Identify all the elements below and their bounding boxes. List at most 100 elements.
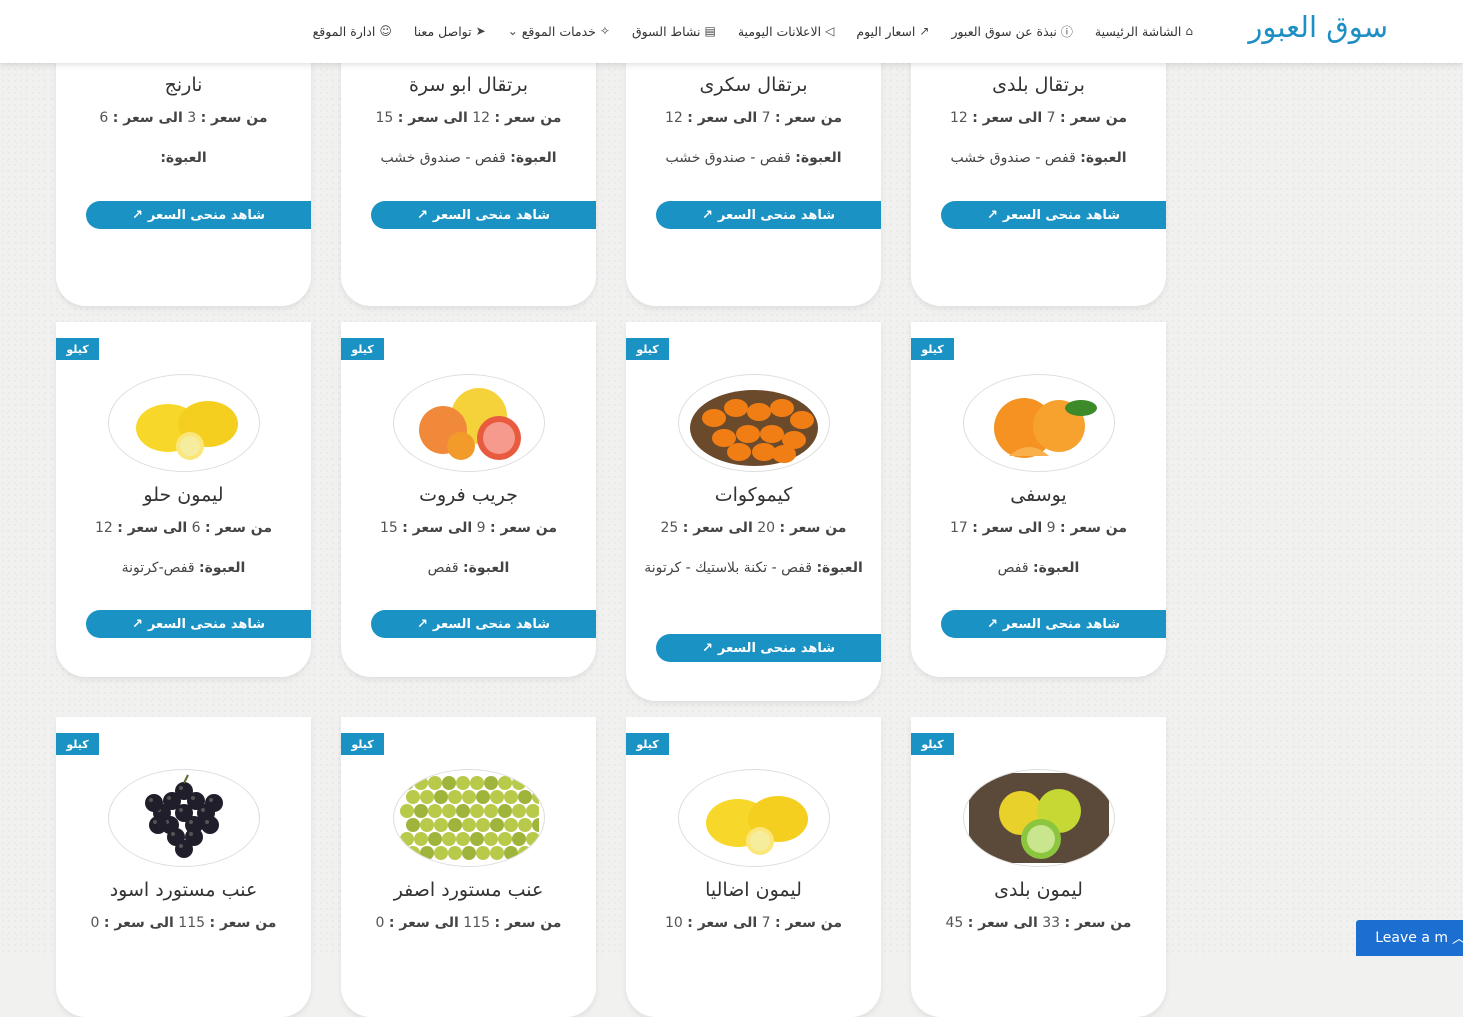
max-price: 15 (379, 520, 398, 536)
product-name: ليمون بلدى (994, 879, 1083, 901)
view-price-chart-button[interactable]: شاهد منحى السعر ↗ (941, 201, 1166, 229)
min-price: 12 (472, 110, 491, 126)
product-image (677, 769, 830, 867)
view-price-chart-button[interactable]: شاهد منحى السعر ↗ (656, 201, 881, 229)
product-name: عنب مستورد اصفر (393, 879, 544, 901)
view-price-chart-button[interactable]: شاهد منحى السعر ↗ (86, 610, 311, 638)
nav-item-admin[interactable]: ☺ ادارة الموقع (313, 24, 392, 39)
from-price-label: من سعر : (490, 520, 558, 536)
product-image (107, 374, 260, 472)
nav-item-contact[interactable]: ➤ تواصل معنا (414, 24, 486, 39)
product-card: كيلو يوسفى من سعر : 9 الى سعر : 17 العبوة: … (911, 322, 1166, 677)
view-price-chart-button[interactable]: شاهد منحى السعر ↗ (371, 201, 596, 229)
to-price-label: الى سعر : (388, 915, 459, 931)
nav-item-home[interactable]: ⌂ الشاشة الرئيسية (1095, 24, 1193, 39)
price-range: من سعر : 7 الى سعر : 10 (626, 915, 881, 931)
nav-item-ads[interactable]: ◁ الاعلانات اليومية (738, 24, 834, 39)
lemon-image (683, 773, 824, 863)
packaging: العبوة: قفص - تكنة بلاستيك - كرتونة (638, 556, 869, 580)
unit-badge: كيلو (341, 338, 384, 360)
chart-button-label: شاهد منحى السعر (717, 640, 836, 656)
product-image (392, 769, 545, 867)
nav-item-activity[interactable]: ▤ نشاط السوق (632, 24, 716, 39)
to-price-label: الى سعر : (682, 520, 753, 536)
nav-item-services[interactable]: ✧ خدمات الموقع ⌄ (508, 24, 610, 39)
from-price-label: من سعر : (779, 520, 847, 536)
packaging: العبوة: قفص-كرتونة (68, 556, 299, 580)
min-price: 115 (463, 915, 491, 931)
to-price-label: الى سعر : (967, 915, 1038, 931)
max-price: 12 (94, 520, 113, 536)
chart-icon: ↗ (919, 24, 930, 38)
chart-button-label: شاهد منحى السعر (1002, 616, 1121, 632)
chart-button-label: شاهد منحى السعر (432, 616, 551, 632)
to-price-label: الى سعر : (402, 520, 473, 536)
from-price-label: من سعر : (1060, 520, 1128, 536)
product-name: كيموكوات (714, 484, 793, 506)
to-price-label: الى سعر : (687, 110, 758, 126)
product-image (392, 374, 545, 472)
product-image (107, 769, 260, 867)
view-price-chart-button[interactable]: شاهد منحى السعر ↗ (86, 201, 311, 229)
min-price: 115 (178, 915, 206, 931)
unit-badge: كيلو (56, 338, 99, 360)
from-price-label: من سعر : (1060, 110, 1128, 126)
product-name: عنب مستورد اسود (109, 879, 258, 901)
pack-label: العبوة: (1033, 560, 1080, 576)
chart-button-label: شاهد منحى السعر (147, 207, 266, 223)
product-card: كيلو ليمون اضاليا من سعر : 7 الى سعر : 10 (626, 717, 881, 1017)
from-price-label: من سعر : (1064, 915, 1132, 931)
unit-badge: كيلو (911, 338, 954, 360)
price-range: من سعر : 20 الى سعر : 25 (626, 520, 881, 536)
nav-item-about[interactable]: ⓘ نبذة عن سوق العبور (951, 23, 1072, 40)
line-chart-icon: ↗ (987, 616, 998, 632)
lemon-image (113, 378, 254, 468)
nav-links: ⌂ الشاشة الرئيسية ⓘ نبذة عن سوق العبور ↗ اس… (313, 20, 1193, 42)
unit-badge: كيلو (341, 733, 384, 755)
line-chart-icon: ↗ (132, 207, 143, 223)
packaging: العبوة: قفص - صندوق خشب (353, 146, 584, 170)
price-range: من سعر : 6 الى سعر : 12 (56, 520, 311, 536)
handshake-icon: ✧ (599, 24, 610, 38)
pack-label: العبوة: (199, 560, 246, 576)
leave-message-button[interactable]: ︿ Leave a m (1356, 920, 1463, 956)
product-name: جريب فروت (419, 484, 518, 506)
max-price: 10 (664, 915, 683, 931)
to-price-label: الى سعر : (112, 110, 183, 126)
packaging: العبوة: قفص (353, 556, 584, 580)
top-navbar: سوق العبور ⌂ الشاشة الرئيسية ⓘ نبذة عن سوق… (0, 0, 1463, 63)
product-name: يوسفى (1010, 484, 1067, 506)
price-range: من سعر : 33 الى سعر : 45 (911, 915, 1166, 931)
pack-value: قفص - تكنة بلاستيك - كرتونة (644, 560, 812, 576)
megaphone-icon: ◁ (825, 24, 835, 38)
max-price: 12 (664, 110, 683, 126)
packaging: العبوة: قفص - صندوق خشب (923, 146, 1154, 170)
price-range: من سعر : 9 الى سعر : 15 (341, 520, 596, 536)
pack-label: العبوة: (463, 560, 510, 576)
min-price: 20 (757, 520, 776, 536)
chart-button-label: شاهد منحى السعر (1002, 207, 1121, 223)
user-icon: ☺ (379, 24, 392, 38)
view-price-chart-button[interactable]: شاهد منحى السعر ↗ (371, 610, 596, 638)
paper-plane-icon: ➤ (475, 24, 486, 38)
pack-value: قفص - صندوق خشب (665, 150, 791, 166)
max-price: 6 (99, 110, 109, 126)
max-price: 45 (945, 915, 964, 931)
min-price: 7 (1046, 110, 1056, 126)
nav-item-prices[interactable]: ↗ اسعار اليوم (856, 24, 929, 39)
product-name: ليمون حلو (143, 484, 224, 506)
site-brand[interactable]: سوق العبور (1248, 10, 1388, 44)
view-price-chart-button[interactable]: شاهد منحى السعر ↗ (656, 634, 881, 662)
pack-label: العبوة: (795, 150, 842, 166)
product-image (677, 374, 830, 472)
min-price: 33 (1042, 915, 1061, 931)
pack-value: قفص - صندوق خشب (380, 150, 506, 166)
min-price: 7 (761, 110, 771, 126)
from-price-label: من سعر : (494, 915, 562, 931)
packaging: العبوة: قفص (923, 556, 1154, 580)
max-price: 25 (660, 520, 679, 536)
price-range: من سعر : 115 الى سعر : 0 (341, 915, 596, 931)
view-price-chart-button[interactable]: شاهد منحى السعر ↗ (941, 610, 1166, 638)
from-price-label: من سعر : (775, 915, 843, 931)
to-price-label: الى سعر : (687, 915, 758, 931)
